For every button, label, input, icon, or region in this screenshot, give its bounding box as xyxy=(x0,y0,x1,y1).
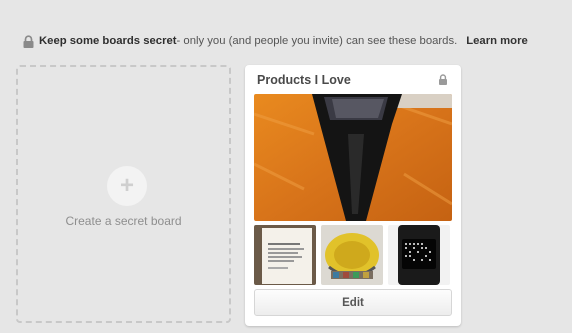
lock-icon xyxy=(23,34,34,48)
create-secret-board-label: Create a secret board xyxy=(65,214,182,228)
plus-icon: + xyxy=(107,166,147,206)
info-description: - only you (and people you invite) can s… xyxy=(176,35,458,47)
secret-boards-info: Keep some boards secret - only you (and … xyxy=(22,33,562,49)
board-thumbnail[interactable] xyxy=(321,225,383,285)
learn-more-link[interactable]: Learn more xyxy=(466,35,528,47)
cover-photo xyxy=(254,94,452,221)
board-thumbnail[interactable] xyxy=(388,225,450,285)
board-card[interactable]: Products I Love 15 xyxy=(245,65,461,326)
board-thumbnail[interactable] xyxy=(254,225,316,285)
board-cover-image[interactable]: 15 xyxy=(254,94,452,221)
info-title: Keep some boards secret xyxy=(39,35,177,47)
lock-icon xyxy=(439,74,447,85)
create-secret-board-button[interactable]: + Create a secret board xyxy=(16,65,231,323)
edit-board-button[interactable]: Edit xyxy=(254,289,452,316)
board-title[interactable]: Products I Love xyxy=(257,73,351,87)
